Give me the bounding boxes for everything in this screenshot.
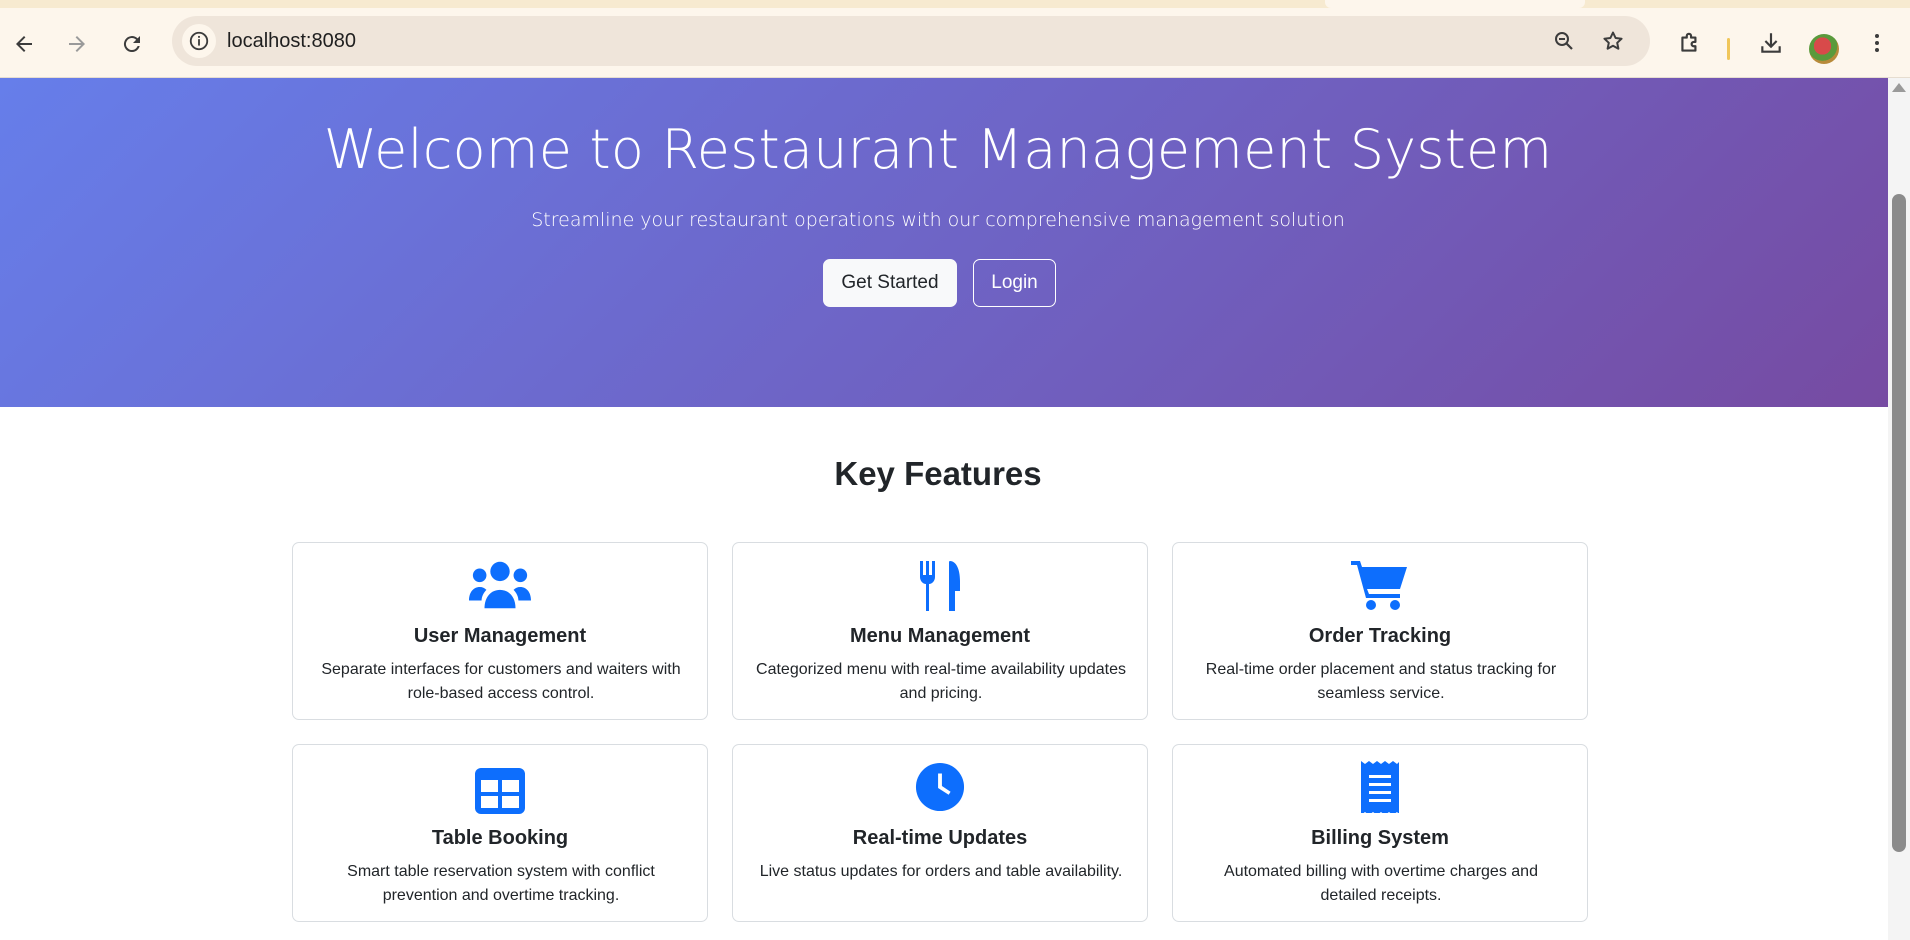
- browser-toolbar: localhost:8080: [0, 8, 1910, 78]
- login-button[interactable]: Login: [973, 259, 1056, 307]
- vertical-scrollbar[interactable]: [1888, 78, 1910, 940]
- forward-button[interactable]: [59, 26, 95, 62]
- active-tab[interactable]: [1325, 0, 1585, 8]
- extensions-button[interactable]: [1675, 28, 1705, 58]
- url-text[interactable]: localhost:8080: [227, 30, 356, 53]
- menu-button[interactable]: [1862, 28, 1892, 58]
- feature-card-user-management: User Management Separate interfaces for …: [292, 542, 708, 720]
- hero-section: Welcome to Restaurant Management System …: [0, 78, 1888, 407]
- toolbar-divider: [1727, 38, 1730, 60]
- scrollbar-thumb[interactable]: [1892, 194, 1906, 852]
- feature-card-real-time-updates: Real-time Updates Live status updates fo…: [732, 744, 1148, 922]
- feature-card-billing-system: Billing System Automated billing with ov…: [1172, 744, 1588, 922]
- feature-title: Table Booking: [431, 827, 569, 849]
- get-started-button[interactable]: Get Started: [823, 259, 957, 307]
- cart-icon: [1351, 561, 1407, 610]
- bookmark-star-icon[interactable]: [1601, 29, 1625, 53]
- feature-card-menu-management: Menu Management Categorized menu with re…: [732, 542, 1148, 720]
- feature-description: Smart table reservation system with conf…: [347, 863, 655, 904]
- feature-title: Menu Management: [849, 625, 1031, 647]
- menu-icon: [1875, 34, 1879, 52]
- feature-title: Billing System: [1311, 827, 1449, 849]
- back-button[interactable]: [6, 26, 42, 62]
- site-info-icon[interactable]: [182, 24, 216, 58]
- feature-description: Real-time order placement and status tra…: [1205, 661, 1557, 702]
- scroll-up-arrow[interactable]: [1892, 83, 1906, 92]
- feature-card-order-tracking: Order Tracking Real-time order placement…: [1172, 542, 1588, 720]
- feature-card-table-booking: Table Booking Smart table reservation sy…: [292, 744, 708, 922]
- feature-description: Live status updates for orders and table…: [759, 863, 1123, 880]
- hero-subtitle: Streamline your restaurant operations wi…: [531, 209, 1345, 231]
- extensions-icon: [1681, 32, 1697, 52]
- features-heading: Key Features: [834, 455, 1042, 492]
- feature-description: Categorized menu with real-time availabi…: [756, 661, 1126, 702]
- reload-button[interactable]: [114, 26, 150, 62]
- address-bar[interactable]: localhost:8080: [172, 16, 1650, 66]
- feature-title: Order Tracking: [1308, 625, 1452, 647]
- receipt-icon: [1361, 761, 1399, 813]
- tab-strip: [0, 0, 1910, 8]
- downloads-icon: [1761, 33, 1781, 53]
- table-icon: [475, 768, 525, 814]
- feature-description: Automated billing with overtime charges …: [1224, 863, 1538, 904]
- downloads-button[interactable]: [1756, 28, 1786, 58]
- utensils-icon: [920, 561, 960, 611]
- zoom-icon[interactable]: [1552, 29, 1576, 53]
- hero-title: Welcome to Restaurant Management System: [323, 118, 1553, 181]
- profile-avatar[interactable]: [1809, 34, 1839, 64]
- reload-icon: [123, 36, 140, 53]
- page-viewport: Welcome to Restaurant Management System …: [0, 78, 1888, 940]
- clock-icon: [915, 762, 965, 812]
- users-icon: [469, 561, 531, 609]
- forward-icon: [69, 36, 85, 52]
- feature-title: User Management: [413, 625, 587, 647]
- feature-title: Real-time Updates: [852, 827, 1028, 849]
- feature-description: Separate interfaces for customers and wa…: [321, 661, 681, 702]
- back-icon: [16, 36, 32, 52]
